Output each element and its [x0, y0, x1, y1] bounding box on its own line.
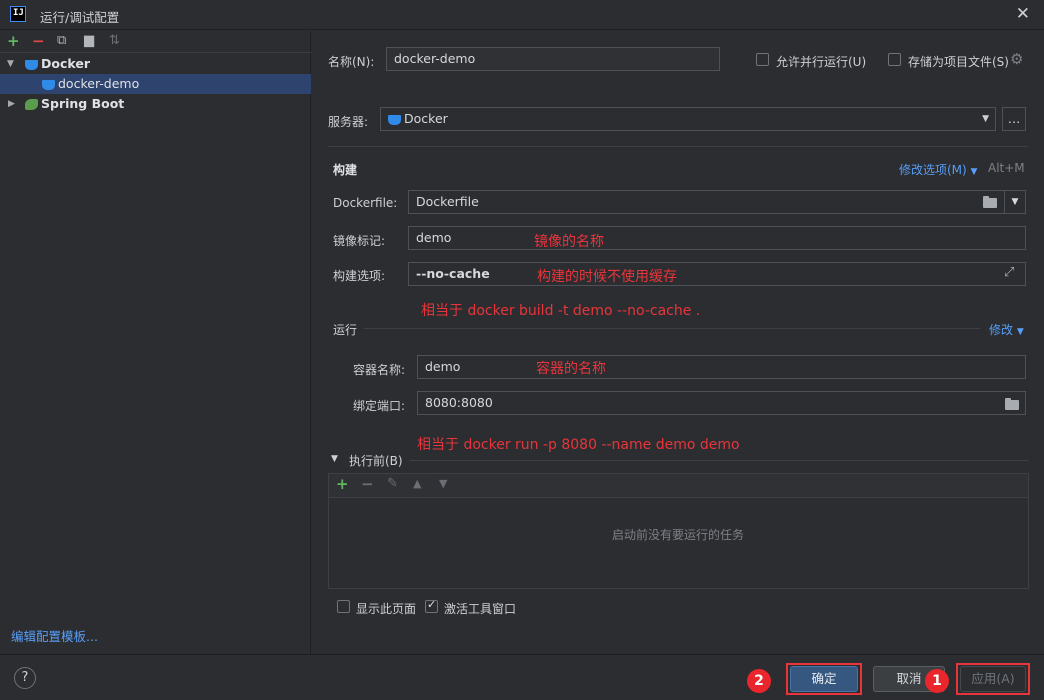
close-icon[interactable]: ✕ [1016, 4, 1030, 24]
edit-task-icon[interactable]: ✎ [387, 475, 398, 493]
modify-run-link[interactable]: 修改 ▼ [989, 321, 1024, 338]
store-as-file-checkbox[interactable] [888, 53, 901, 66]
chevron-down-icon[interactable]: ▼ [982, 108, 989, 130]
dialog-footer: ? 2 确定 取消 1 应用(A) [0, 654, 1044, 700]
apply-button[interactable]: 应用(A) [960, 666, 1026, 692]
chevron-down-icon: ▼ [970, 167, 978, 177]
server-more-button[interactable]: … [1002, 107, 1026, 131]
annotation-badge-2: 2 [747, 669, 771, 693]
config-tree-panel: + − ⧉ ▆ ⇅ ▼ Docker docker-demo ▶ Spring … [0, 31, 311, 654]
add-task-icon[interactable]: + [336, 475, 349, 493]
docker-icon [42, 79, 55, 90]
chevron-right-icon[interactable]: ▶ [8, 94, 15, 114]
annotation-run-cmd: 相当于 docker run -p 8080 --name demo demo [417, 437, 740, 453]
title-bar: IJ 运行/调试配置 ✕ [0, 0, 1044, 30]
window-title: 运行/调试配置 [40, 10, 120, 25]
no-tasks-text: 启动前没有要运行的任务 [612, 528, 745, 542]
allow-parallel-checkbox[interactable] [756, 53, 769, 66]
copy-icon[interactable]: ⧉ [57, 32, 66, 50]
intellij-icon: IJ [10, 6, 26, 22]
name-input[interactable]: docker-demo [386, 47, 720, 71]
container-name-label: 容器名称: [353, 363, 406, 377]
tree-label-docker-demo: docker-demo [58, 76, 140, 91]
name-label: 名称(N): [328, 55, 375, 69]
modify-options-label: 修改选项(M) [899, 163, 967, 177]
dockerfile-dropdown[interactable]: ▼ [1004, 190, 1026, 214]
folder-add-icon[interactable]: ▆ [84, 32, 94, 50]
modify-options-link[interactable]: 修改选项(M) ▼ [899, 161, 977, 178]
move-down-icon[interactable]: ▼ [439, 475, 447, 493]
activate-tool-window-checkbox[interactable] [425, 598, 438, 613]
remove-icon[interactable]: − [32, 32, 45, 50]
gear-icon[interactable]: ⚙ [1010, 50, 1023, 68]
bind-ports-input[interactable]: 8080:8080 [417, 391, 1026, 415]
spring-boot-icon [25, 99, 38, 110]
server-select[interactable]: Docker ▼ [380, 107, 996, 131]
add-icon[interactable]: + [7, 32, 20, 50]
edit-templates-link[interactable]: 编辑配置模板... [11, 626, 98, 645]
build-options-input[interactable]: --no-cache [408, 262, 1026, 286]
annotation-build-cmd: 相当于 docker build -t demo --no-cache . [421, 303, 701, 319]
run-section-title: 运行 [333, 323, 358, 337]
chevron-down-icon[interactable]: ▼ [331, 454, 338, 464]
tree-label-docker: Docker [41, 56, 90, 71]
bind-ports-label: 绑定端口: [353, 399, 406, 413]
dockerfile-label: Dockerfile: [333, 196, 398, 210]
image-tag-input[interactable]: demo [408, 226, 1026, 250]
activate-tool-window-label: 激活工具窗口 [444, 602, 517, 616]
container-name-input[interactable]: demo [417, 355, 1026, 379]
modify-run-label: 修改 [989, 323, 1014, 337]
divider [328, 146, 1028, 147]
tree-toolbar: + − ⧉ ▆ ⇅ [0, 31, 311, 53]
divider [364, 328, 980, 329]
server-label: 服务器: [328, 115, 369, 129]
chevron-down-icon[interactable]: ▼ [7, 54, 14, 74]
tree-item-spring-boot[interactable]: ▶ Spring Boot [0, 94, 311, 114]
move-up-icon[interactable]: ▲ [413, 475, 421, 493]
tree-label-spring-boot: Spring Boot [41, 96, 125, 111]
folder-icon[interactable] [983, 196, 997, 208]
docker-icon [25, 59, 38, 70]
expand-icon[interactable]: ⤢ [1004, 265, 1014, 280]
chevron-down-icon: ▼ [1016, 327, 1024, 337]
annotation-no-cache: 构建的时候不使用缓存 [537, 269, 677, 285]
ok-button[interactable]: 确定 [790, 666, 858, 692]
annotation-badge-1: 1 [925, 669, 949, 693]
show-page-label: 显示此页面 [356, 602, 417, 616]
image-tag-label: 镜像标记: [333, 234, 386, 248]
build-options-label: 构建选项: [333, 269, 386, 283]
modify-options-shortcut: Alt+M [988, 161, 1025, 175]
help-button[interactable]: ? [14, 667, 36, 689]
dockerfile-input[interactable]: Dockerfile [408, 190, 1006, 214]
sort-icon[interactable]: ⇅ [109, 32, 120, 50]
annotation-image-name: 镜像的名称 [534, 234, 604, 250]
before-launch-title[interactable]: 执行前(B) [349, 452, 403, 469]
docker-icon [388, 114, 401, 125]
config-form: 名称(N): docker-demo 允许并行运行(U) 存储为项目文件(S) … [312, 31, 1044, 654]
remove-task-icon[interactable]: − [361, 475, 374, 493]
server-value: Docker [404, 111, 448, 126]
allow-parallel-label: 允许并行运行(U) [776, 55, 867, 69]
tree-item-docker[interactable]: ▼ Docker [0, 54, 311, 74]
before-launch-tasks: + − ✎ ▲ ▼ 启动前没有要运行的任务 [328, 473, 1029, 589]
tree-item-docker-demo[interactable]: docker-demo [0, 74, 311, 94]
store-as-file-label: 存储为项目文件(S) [908, 55, 1009, 69]
annotation-container-name: 容器的名称 [536, 361, 606, 377]
task-toolbar: + − ✎ ▲ ▼ [329, 474, 1028, 498]
build-section-title: 构建 [333, 163, 358, 177]
divider [410, 460, 1029, 461]
show-page-checkbox[interactable] [337, 600, 350, 613]
folder-icon[interactable] [1005, 398, 1019, 410]
